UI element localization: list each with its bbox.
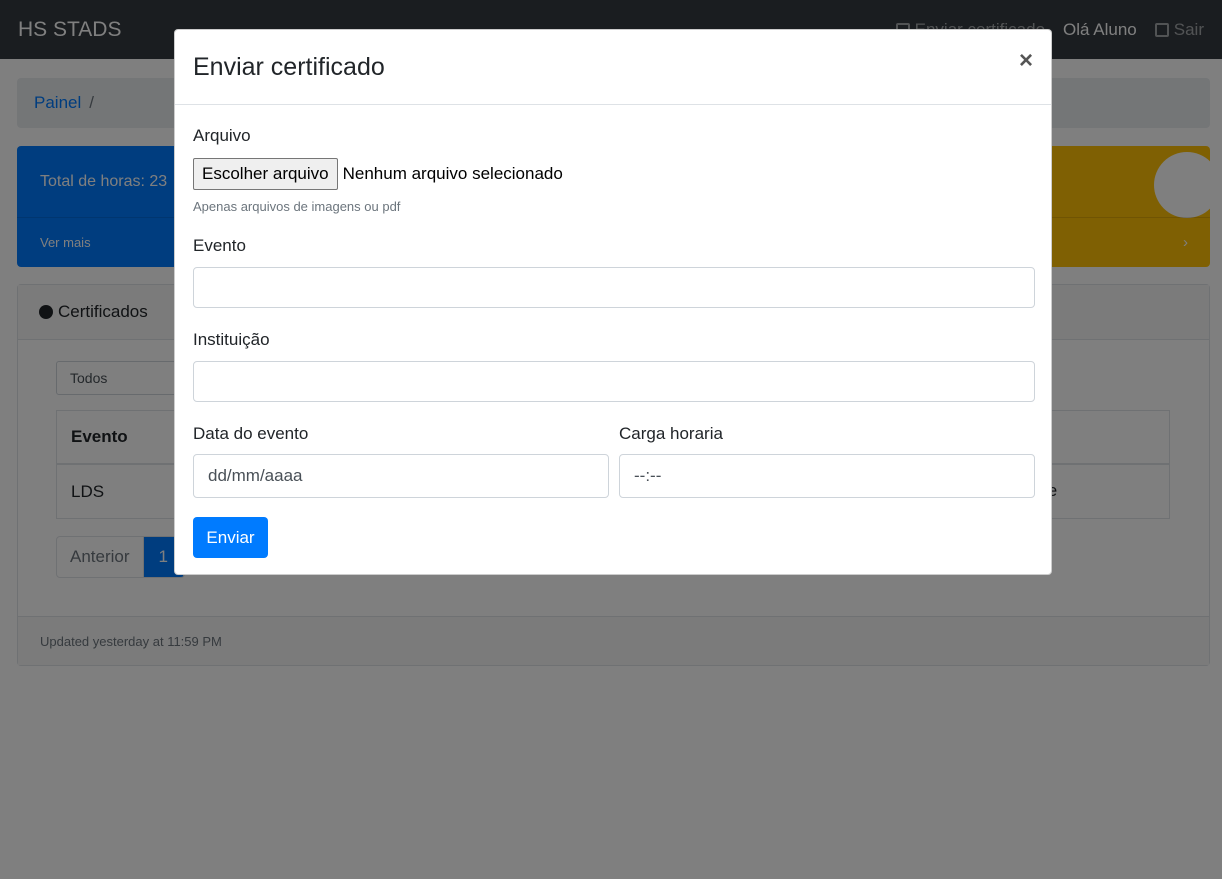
send-certificate-modal: Enviar certificado × Arquivo Escolher ar… <box>174 29 1052 575</box>
file-status-text: Nenhum arquivo selecionado <box>342 164 563 183</box>
submit-button[interactable]: Enviar <box>193 517 268 558</box>
file-input: Escolher arquivo Nenhum arquivo selecion… <box>193 158 563 190</box>
choose-file-button[interactable]: Escolher arquivo <box>193 158 338 190</box>
institution-input[interactable] <box>193 361 1035 402</box>
event-date-label: Data do evento <box>193 424 309 443</box>
file-label: Arquivo <box>193 126 251 145</box>
event-label: Evento <box>193 236 246 255</box>
modal-title: Enviar certificado <box>193 52 385 81</box>
institution-label: Instituição <box>193 330 270 349</box>
file-help-text: Apenas arquivos de imagens ou pdf <box>193 199 401 214</box>
workload-label: Carga horaria <box>619 424 723 443</box>
event-date-input[interactable]: dd/mm/aaaa <box>193 454 609 498</box>
modal-header: Enviar certificado × <box>175 30 1051 105</box>
close-icon[interactable]: × <box>1019 49 1033 73</box>
workload-input[interactable]: --:-- <box>619 454 1035 498</box>
event-input[interactable] <box>193 267 1035 308</box>
